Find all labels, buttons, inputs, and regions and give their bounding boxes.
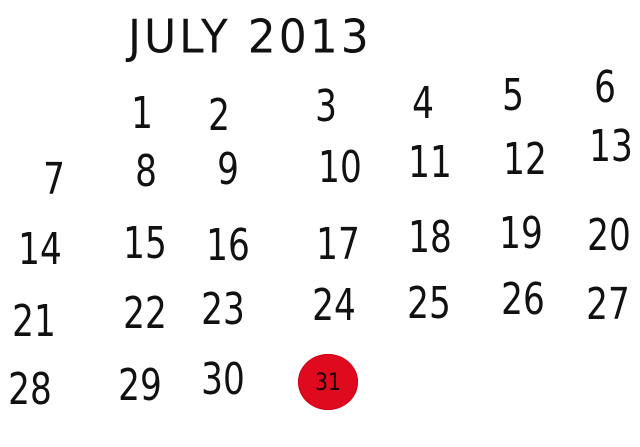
day-25: 25: [407, 278, 451, 329]
day-9: 9: [217, 144, 239, 195]
day-7: 7: [43, 154, 65, 205]
day-26: 26: [501, 274, 545, 325]
day-31: 31: [315, 368, 341, 396]
day-18: 18: [408, 212, 452, 263]
calendar-title: JULY 2013: [128, 10, 372, 65]
day-29: 29: [118, 360, 162, 411]
day-19: 19: [499, 208, 543, 259]
day-8: 8: [135, 146, 157, 197]
day-13: 13: [589, 121, 633, 172]
day-21: 21: [12, 296, 56, 347]
day-12: 12: [503, 134, 547, 185]
day-23: 23: [201, 284, 245, 335]
calendar-page: JULY 2013 1 2 3 4 5 6 7 8 9 10 11 12 13 …: [0, 0, 640, 447]
day-6: 6: [594, 62, 616, 113]
day-30: 30: [201, 354, 245, 405]
day-10: 10: [318, 142, 362, 193]
day-4: 4: [412, 78, 434, 129]
day-15: 15: [123, 218, 167, 269]
day-17: 17: [316, 219, 360, 270]
day-20: 20: [587, 210, 631, 261]
day-16: 16: [206, 220, 250, 271]
day-1: 1: [131, 88, 153, 139]
day-2: 2: [208, 90, 230, 141]
day-24: 24: [312, 280, 356, 331]
day-14: 14: [18, 224, 62, 275]
day-3: 3: [315, 81, 337, 132]
day-28: 28: [8, 364, 52, 415]
day-11: 11: [408, 137, 452, 188]
day-5: 5: [502, 70, 524, 121]
day-27: 27: [586, 279, 630, 330]
day-22: 22: [123, 288, 167, 339]
